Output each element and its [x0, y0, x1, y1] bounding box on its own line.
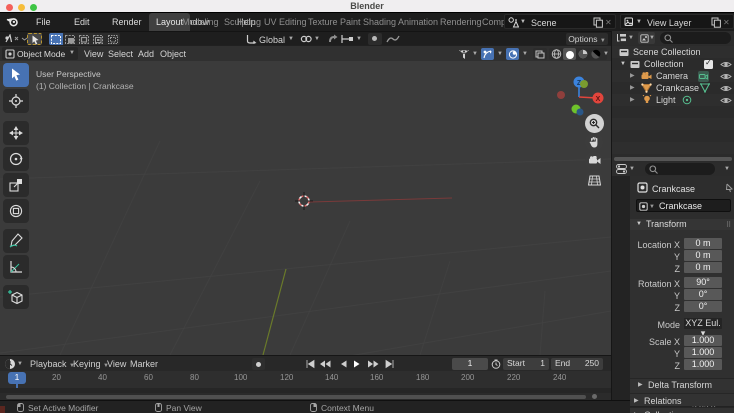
svg-text:X: X [596, 96, 601, 103]
